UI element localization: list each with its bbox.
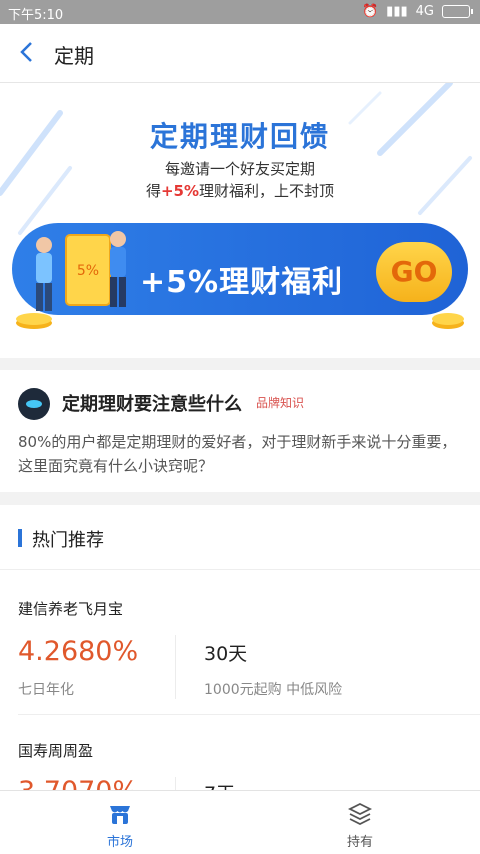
nav-bar: 定期 [0, 24, 480, 83]
product-name: 建信养老飞月宝 [18, 600, 124, 618]
article-tag: 品牌知识 [256, 396, 305, 410]
section-title: 热门推荐 [32, 530, 104, 551]
network-type: 4G [415, 4, 434, 19]
product-rate-label: 七日年化 [18, 682, 74, 698]
article-title: 定期理财要注意些什么 [62, 394, 242, 415]
product-rate: 4.2680% [18, 636, 139, 667]
tab-holdings[interactable]: 持有 [300, 791, 420, 854]
bottom-tab-bar: 市场 持有 [0, 790, 480, 854]
product-description: 1000元起购 中低风险 [204, 682, 343, 698]
tab-market[interactable]: 市场 [60, 791, 180, 854]
divider [18, 714, 480, 715]
section-header: 热门推荐 [0, 505, 480, 570]
alarm-icon: ⏰ [361, 4, 379, 19]
hot-recommendations: 热门推荐 建信养老飞月宝 4.2680% 七日年化 30天 1000元起购 中低… [0, 505, 480, 807]
author-avatar [18, 388, 50, 420]
signal-icon: ▮▮▮ [386, 4, 408, 19]
page-title: 定期 [54, 44, 94, 68]
section-marker [18, 529, 22, 547]
article-card[interactable]: 定期理财要注意些什么 品牌知识 80%的用户都是定期理财的爱好者，对于理财新手来… [0, 370, 480, 492]
status-time: 下午5:10 [8, 8, 64, 23]
product-term: 30天 [204, 643, 248, 665]
tab-label: 持有 [346, 835, 373, 850]
status-bar: 下午5:10 ⏰ ▮▮▮ 4G [0, 0, 480, 24]
tab-label: 市场 [106, 835, 133, 850]
product-name: 国寿周周盈 [18, 742, 94, 760]
holdings-icon [347, 802, 373, 826]
article-summary: 80%的用户都是定期理财的爱好者，对于理财新手来说十分重要，这里面究竟有什么小诀… [18, 433, 457, 475]
promo-banner[interactable]: 定期理财回馈 每邀请一个好友买定期 得+5%理财福利，上不封顶 5% +5%理财… [0, 83, 480, 358]
coins-decoration [16, 313, 464, 329]
battery-icon [442, 5, 473, 18]
market-icon [110, 806, 130, 824]
back-arrow-icon[interactable] [16, 40, 40, 64]
divider [175, 635, 176, 699]
